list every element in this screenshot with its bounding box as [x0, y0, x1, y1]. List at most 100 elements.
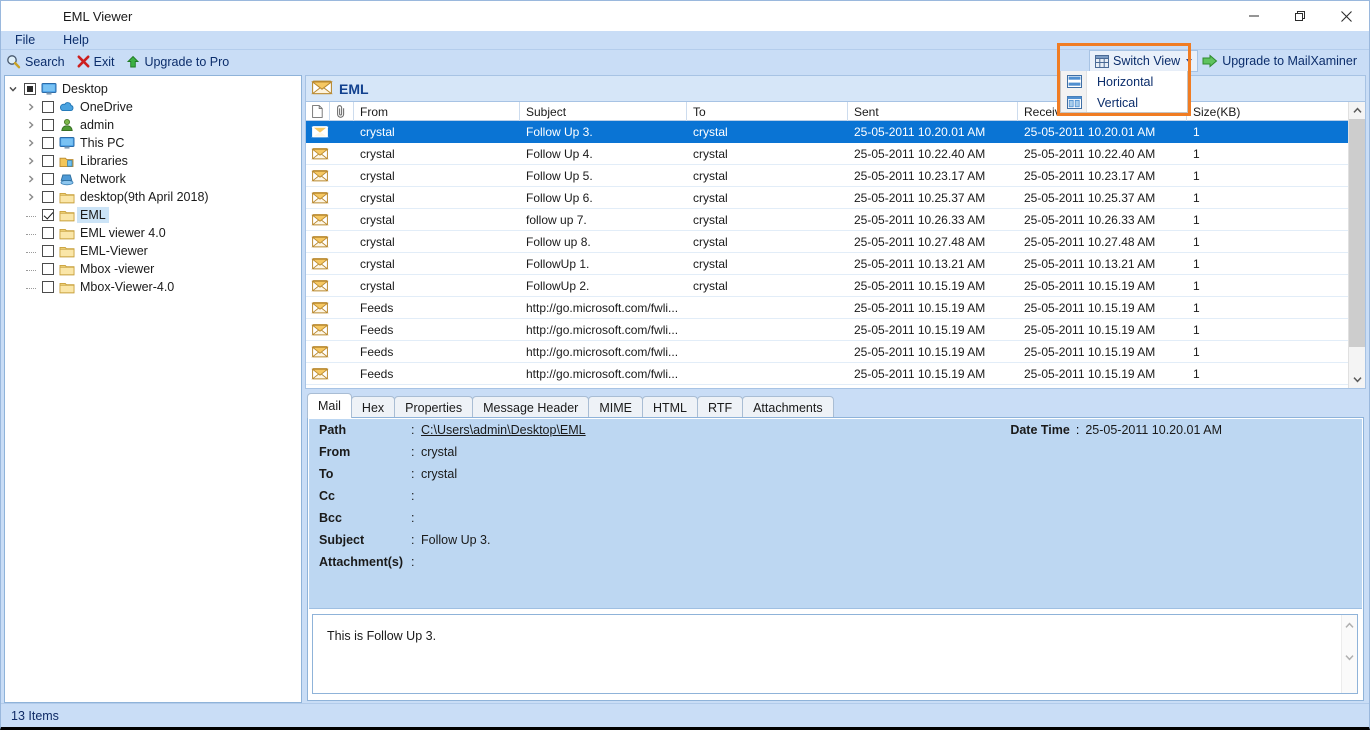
menu-item-help[interactable]: Help [63, 31, 89, 49]
chevron-down-icon[interactable] [1186, 59, 1193, 63]
mail-list-scrollbar[interactable] [1348, 102, 1365, 388]
checkbox-empty-icon [42, 227, 54, 239]
mail-list-row[interactable]: crystal Follow Up 5. crystal 25-05-2011 10.… [306, 165, 1365, 187]
tree-node-desktop-9th-april-2018[interactable]: desktop(9th April 2018) [5, 188, 301, 206]
field-label: To [319, 467, 334, 481]
tree-node-eml[interactable]: EML [5, 206, 301, 224]
mail-list-row[interactable]: crystal follow up 7. crystal 25-05-2011 10.… [306, 209, 1365, 231]
search-button[interactable]: Search [6, 54, 65, 69]
tree-node-mbox-viewer[interactable]: Mbox -viewer [5, 260, 301, 278]
mail-envelope-icon [306, 187, 330, 209]
chevron-right-icon[interactable] [23, 116, 39, 134]
tree-node-checkbox[interactable] [39, 170, 57, 188]
mail-list-row[interactable] [306, 385, 1365, 389]
tree-node-checkbox[interactable] [39, 134, 57, 152]
mail-list-row[interactable]: crystal Follow Up 3. crystal 25-05-2011 10.… [306, 121, 1365, 143]
mail-list-row[interactable]: crystal Follow Up 6. crystal 25-05-2011 10.… [306, 187, 1365, 209]
column-header-subject[interactable]: Subject [520, 102, 687, 121]
tree-node-checkbox[interactable] [39, 116, 57, 134]
field-label: Cc [319, 489, 335, 503]
mail-list-row[interactable]: Feeds http://go.microsoft.com/fwli... 25-0… [306, 363, 1365, 385]
mail-list-row[interactable]: crystal Follow up 8. crystal 25-05-2011 10.… [306, 231, 1365, 253]
upgrade-to-mailxaminer-label: Upgrade to MailXaminer [1222, 54, 1357, 68]
tree-node-eml-viewer[interactable]: EML-Viewer [5, 242, 301, 260]
tree-node-checkbox[interactable] [39, 152, 57, 170]
tree-node-checkbox[interactable] [39, 188, 57, 206]
switch-view-button[interactable]: Switch View [1089, 50, 1199, 72]
tree-node-network[interactable]: Network [5, 170, 301, 188]
exit-button[interactable]: Exit [77, 55, 114, 69]
chevron-right-icon[interactable] [23, 98, 39, 116]
field-colon: : [411, 489, 415, 503]
column-header-attach[interactable] [330, 102, 354, 121]
mail-body-box[interactable]: This is Follow Up 3. [312, 614, 1358, 694]
folder-tree-pane[interactable]: Desktop OneDrive admin This PC Libraries Netw… [4, 75, 302, 703]
mail-body-scrollbar[interactable] [1341, 615, 1357, 693]
tree-node-checkbox[interactable] [39, 278, 57, 296]
tree-node-checkbox[interactable] [39, 224, 57, 242]
mail-list-row[interactable]: crystal Follow Up 4. crystal 25-05-2011 10.… [306, 143, 1365, 165]
column-header-flag[interactable] [306, 102, 330, 121]
mail-list-grid[interactable]: From Subject To Sent Received Size(KB) crysta… [305, 101, 1366, 389]
mail-list-row[interactable]: crystal FollowUp 1. crystal 25-05-2011 10.1… [306, 253, 1365, 275]
tree-node-libraries[interactable]: Libraries [5, 152, 301, 170]
tree-node-checkbox[interactable] [39, 242, 57, 260]
tab-rtf[interactable]: RTF [697, 396, 744, 418]
mail-list-row[interactable]: Feeds http://go.microsoft.com/fwli... 25-0… [306, 297, 1365, 319]
tab-mail[interactable]: Mail [307, 393, 352, 418]
tree-node-onedrive[interactable]: OneDrive [5, 98, 301, 116]
body-scroll-up-icon[interactable] [1342, 617, 1357, 633]
tab-mime[interactable]: MIME [588, 396, 643, 418]
tree-node-admin[interactable]: admin [5, 116, 301, 134]
status-bar: 13 Items [1, 703, 1369, 727]
column-header-from[interactable]: From [354, 102, 520, 121]
field-value[interactable]: C:\Users\admin\Desktop\EML [421, 423, 586, 437]
upgrade-to-mailxaminer-button[interactable]: Upgrade to MailXaminer [1198, 50, 1363, 72]
tree-node-label: EML-Viewer [80, 244, 148, 258]
chevron-right-icon[interactable] [23, 188, 39, 206]
tree-node-checkbox[interactable] [39, 206, 57, 224]
tree-node-eml-viewer-4-0[interactable]: EML viewer 4.0 [5, 224, 301, 242]
column-header-sent[interactable]: Sent [848, 102, 1018, 121]
chevron-right-icon[interactable] [23, 152, 39, 170]
tab-message-header[interactable]: Message Header [472, 396, 590, 418]
maximize-button[interactable] [1277, 1, 1323, 31]
tab-attachments[interactable]: Attachments [742, 396, 834, 418]
body-scroll-down-icon[interactable] [1342, 649, 1357, 665]
mail-list-row[interactable]: crystal FollowUp 2. crystal 25-05-2011 10.1… [306, 275, 1365, 297]
tab-label: Properties [405, 400, 463, 415]
scrollbar-thumb[interactable] [1349, 119, 1365, 347]
menu-item-vertical[interactable]: Vertical [1061, 92, 1187, 113]
tree-node-checkbox[interactable] [39, 260, 57, 278]
close-button[interactable] [1323, 1, 1369, 31]
menu-item-horizontal[interactable]: Horizontal [1061, 71, 1187, 92]
tree-indent-guide [23, 278, 39, 296]
mail-envelope-icon [306, 253, 330, 275]
minimize-button[interactable] [1231, 1, 1277, 31]
cell-subject: http://go.microsoft.com/fwli... [526, 300, 679, 315]
tab-hex[interactable]: Hex [350, 396, 396, 418]
column-header-size[interactable]: Size(KB) [1187, 102, 1349, 121]
cell-to [687, 385, 848, 389]
upgrade-to-pro-button[interactable]: Upgrade to Pro [126, 55, 229, 69]
cell-received: 25-05-2011 10.15.19 AM [1024, 278, 1156, 293]
chevron-right-icon[interactable] [23, 170, 39, 188]
mail-list-row[interactable]: Feeds http://go.microsoft.com/fwli... 25-0… [306, 319, 1365, 341]
chevron-down-icon[interactable] [5, 80, 21, 98]
column-header-to[interactable]: To [687, 102, 848, 121]
menu-item-file[interactable]: File [15, 31, 35, 49]
cell-received: 25-05-2011 10.15.19 AM [1024, 366, 1156, 381]
chevron-right-icon[interactable] [23, 134, 39, 152]
scroll-down-icon[interactable] [1349, 371, 1365, 388]
tab-html[interactable]: HTML [641, 396, 699, 418]
scroll-up-icon[interactable] [1349, 102, 1365, 119]
tree-node-mbox-viewer-4-0[interactable]: Mbox-Viewer-4.0 [5, 278, 301, 296]
mail-list-row[interactable]: Feeds http://go.microsoft.com/fwli... 25-0… [306, 341, 1365, 363]
upgrade-to-pro-label: Upgrade to Pro [144, 54, 230, 69]
folder-icon [57, 224, 77, 242]
tab-properties[interactable]: Properties [394, 396, 474, 418]
tree-node-this-pc[interactable]: This PC [5, 134, 301, 152]
tree-node-checkbox[interactable] [39, 98, 57, 116]
tree-node-checkbox[interactable] [21, 80, 39, 98]
tree-node-desktop[interactable]: Desktop [5, 80, 301, 98]
